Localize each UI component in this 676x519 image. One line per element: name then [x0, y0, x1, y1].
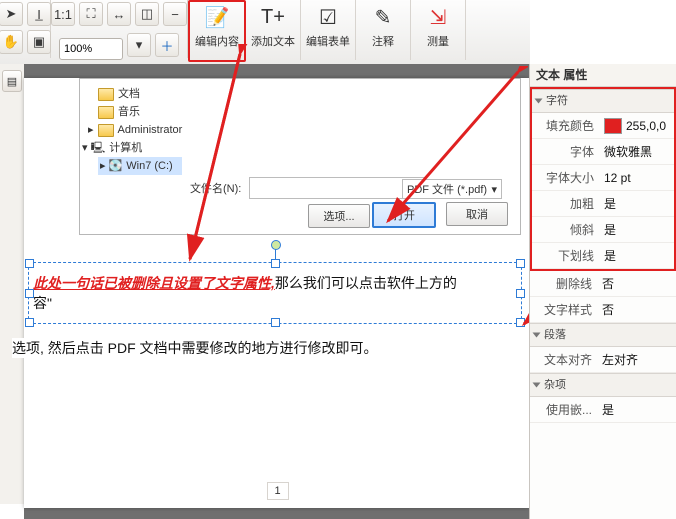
fit-page-icon[interactable]: ⛶ [79, 2, 103, 26]
section-misc[interactable]: 杂项 [530, 373, 676, 397]
zoom-out-icon[interactable]: − [163, 2, 187, 26]
embed-value[interactable]: 是 [598, 401, 676, 418]
edit-form-label: 编辑表单 [306, 33, 350, 49]
align-label: 文本对齐 [530, 351, 598, 368]
rotate-handle[interactable] [271, 240, 281, 250]
page-number: 1 [267, 482, 289, 500]
text-select-icon[interactable]: I̲ [27, 2, 51, 26]
annotate-label: 注释 [372, 33, 394, 49]
fit-width-icon[interactable]: ↔ [107, 2, 131, 26]
font-size-value[interactable]: 12 pt [600, 171, 674, 185]
actual-size-icon[interactable]: 1:1 [51, 2, 75, 26]
annotate-icon: ✎ [367, 2, 399, 32]
edit-form-button[interactable]: ☑ 编辑表单 [301, 0, 356, 60]
edited-plain-text[interactable]: 那么我们可以点击软件上方的 [275, 275, 457, 291]
highlight-box: 字符 填充颜色255,0,0 字体微软雅黑 字体大小12 pt 加粗是 倾斜是 … [530, 87, 676, 271]
resize-handle[interactable] [25, 289, 34, 298]
fit-visible-icon[interactable]: ◫ [135, 2, 159, 26]
strike-label: 删除线 [530, 275, 598, 292]
strike-value[interactable]: 否 [598, 275, 676, 292]
underline-value[interactable]: 是 [600, 247, 674, 264]
measure-icon: ⇲ [422, 2, 454, 32]
font-size-label: 字体大小 [532, 169, 600, 186]
pointer-tool-icon[interactable]: ➤ [0, 2, 23, 26]
align-value[interactable]: 左对齐 [598, 351, 676, 368]
bold-label: 加粗 [532, 195, 600, 212]
folder-icon [98, 124, 114, 137]
properties-panel: 文本 属性 字符 填充颜色 255,0,0 字体微软雅黑 字体大小12 pt 加粗… [529, 64, 676, 519]
fill-color-value[interactable]: 255,0,0 [626, 119, 666, 133]
properties-title: 文本 属性 [530, 64, 676, 87]
annotation-arrow-1 [160, 44, 260, 284]
bold-value[interactable]: 是 [600, 195, 674, 212]
measure-label: 测量 [427, 33, 449, 49]
fill-color-label: 填充颜色 [532, 117, 600, 134]
page-text-line2: 选项, 然后点击 PDF 文档中需要修改的地方进行修改即可。 [12, 338, 378, 358]
measure-button[interactable]: ⇲ 测量 [411, 0, 466, 60]
toolbar: ➤ I̲ ✋ ▣ 1:1 ⛶ ↔ ◫ − ▾ ＋ 📝 编辑内容 T+ 添加文本 … [0, 0, 530, 65]
folder-icon [98, 106, 114, 119]
charstyle-value[interactable]: 否 [598, 301, 676, 318]
charstyle-label: 文字样式 [530, 301, 598, 318]
hand-tool-icon[interactable]: ✋ [0, 30, 23, 54]
snapshot-icon[interactable]: ▣ [27, 30, 51, 54]
underline-label: 下划线 [532, 247, 600, 264]
resize-handle[interactable] [516, 259, 525, 268]
annotation-arrow-2 [328, 66, 528, 236]
font-label: 字体 [532, 143, 600, 160]
left-panel-tab[interactable]: ▤ [2, 70, 22, 92]
folder-icon [98, 88, 114, 101]
zoom-dropdown-icon[interactable]: ▾ [127, 33, 151, 57]
selection-tools-group: ➤ I̲ ✋ ▣ [0, 0, 51, 58]
zoom-input[interactable] [59, 38, 123, 60]
resize-handle[interactable] [25, 318, 34, 327]
left-strip: ▤ [0, 64, 25, 504]
resize-handle[interactable] [271, 259, 280, 268]
embed-label: 使用嵌... [530, 401, 598, 418]
add-text-icon: T+ [257, 2, 289, 32]
text-edit-region[interactable]: 此处一句话已被删除且设置了文字属性,那么我们可以点击软件上方的 容" [28, 262, 522, 324]
section-paragraph[interactable]: 段落 [530, 323, 676, 347]
edit-content-icon: 📝 [201, 2, 233, 32]
annotate-button[interactable]: ✎ 注释 [356, 0, 411, 60]
font-value[interactable]: 微软雅黑 [600, 143, 674, 160]
resize-handle[interactable] [25, 259, 34, 268]
resize-handle[interactable] [271, 318, 280, 327]
section-character[interactable]: 字符 [532, 89, 674, 113]
edit-form-icon: ☑ [312, 2, 344, 32]
italic-label: 倾斜 [532, 221, 600, 238]
edited-trail-text[interactable]: 容" [33, 295, 52, 311]
italic-value[interactable]: 是 [600, 221, 674, 238]
fill-color-swatch[interactable] [604, 118, 622, 134]
